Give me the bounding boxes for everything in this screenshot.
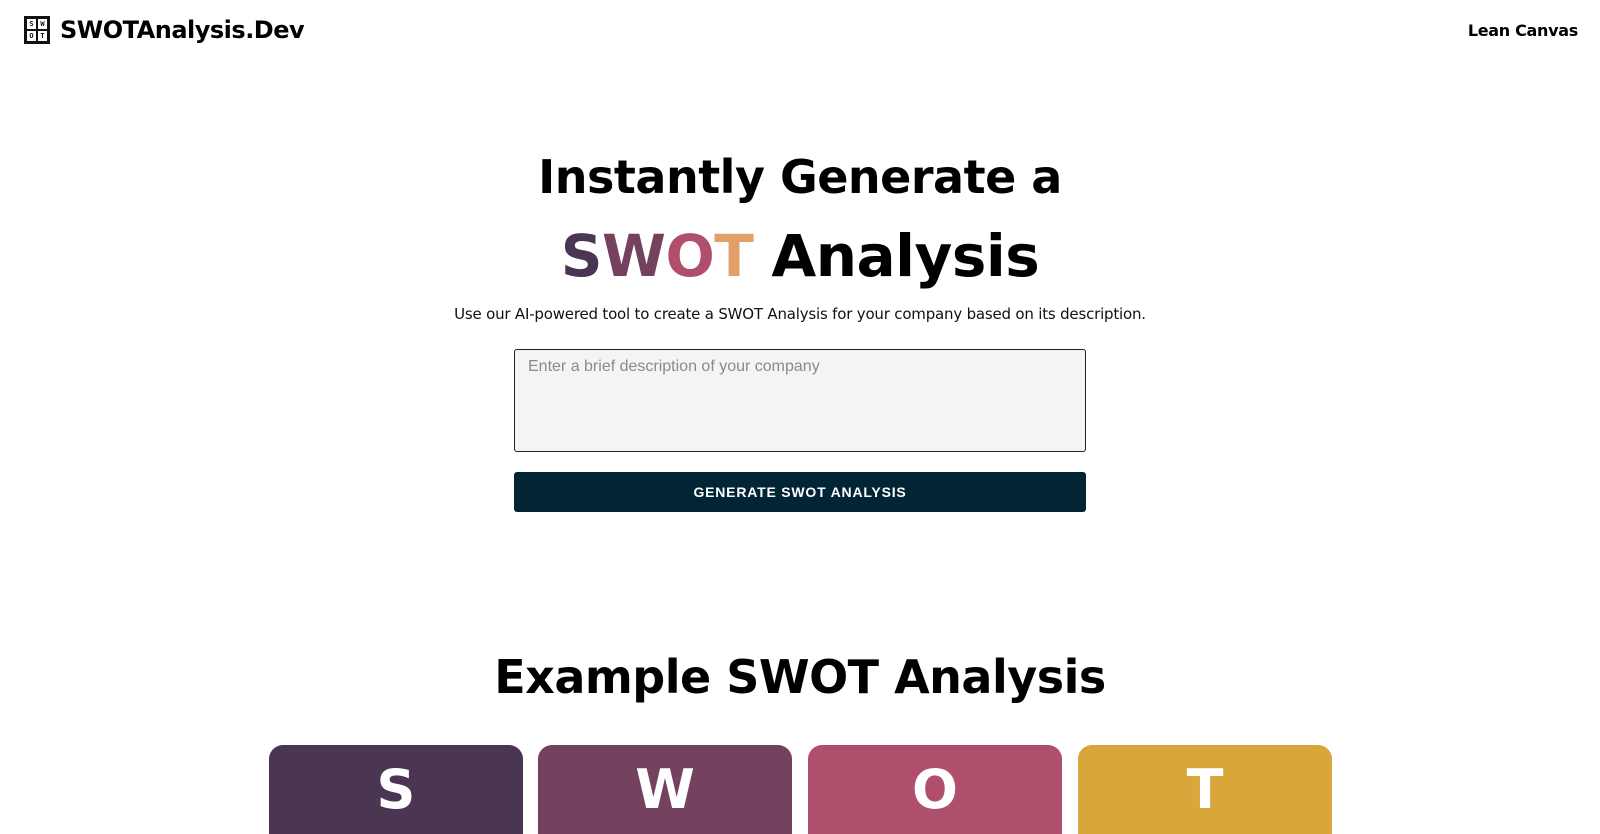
logo-cell-s: S [27, 19, 36, 29]
swot-letter-t: T [714, 222, 754, 290]
example-card-threats: T [1078, 745, 1332, 834]
hero-heading-analysis: Analysis [771, 222, 1040, 290]
brand-name: SWOTAnalysis.Dev [60, 16, 305, 44]
card-letter-t: T [1186, 758, 1224, 821]
logo-cell-t: T [38, 31, 47, 41]
brand-home-link[interactable]: S W O T SWOTAnalysis.Dev [24, 16, 305, 44]
company-description-input[interactable] [514, 349, 1086, 452]
generate-swot-button[interactable]: GENERATE SWOT ANALYSIS [514, 472, 1086, 512]
example-card-strengths: S [269, 745, 523, 834]
nav-link-lean-canvas[interactable]: Lean Canvas [1468, 21, 1578, 40]
card-letter-w: W [635, 758, 695, 821]
logo-cell-w: W [38, 19, 47, 29]
example-card-opportunities: O [808, 745, 1062, 834]
swot-letter-s: S [560, 222, 603, 290]
hero-heading-line1: Instantly Generate a [538, 150, 1062, 204]
example-section-title: Example SWOT Analysis [494, 650, 1106, 704]
site-header: S W O T SWOTAnalysis.Dev Lean Canvas [0, 0, 1600, 62]
hero-heading-line2: SWOT Analysis [0, 222, 1600, 290]
card-letter-o: O [912, 758, 958, 821]
swot-letter-o: O [665, 222, 715, 290]
page: S W O T SWOTAnalysis.Dev Lean Canvas Ins… [0, 0, 1600, 834]
swot-letter-w: W [601, 222, 666, 290]
logo-cell-o: O [27, 31, 36, 41]
swot-logo-icon: S W O T [24, 16, 50, 44]
hero-subtitle: Use our AI-powered tool to create a SWOT… [454, 305, 1146, 323]
swot-colored-word: SWOT [561, 222, 754, 290]
card-letter-s: S [376, 758, 416, 821]
example-card-weaknesses: W [538, 745, 792, 834]
